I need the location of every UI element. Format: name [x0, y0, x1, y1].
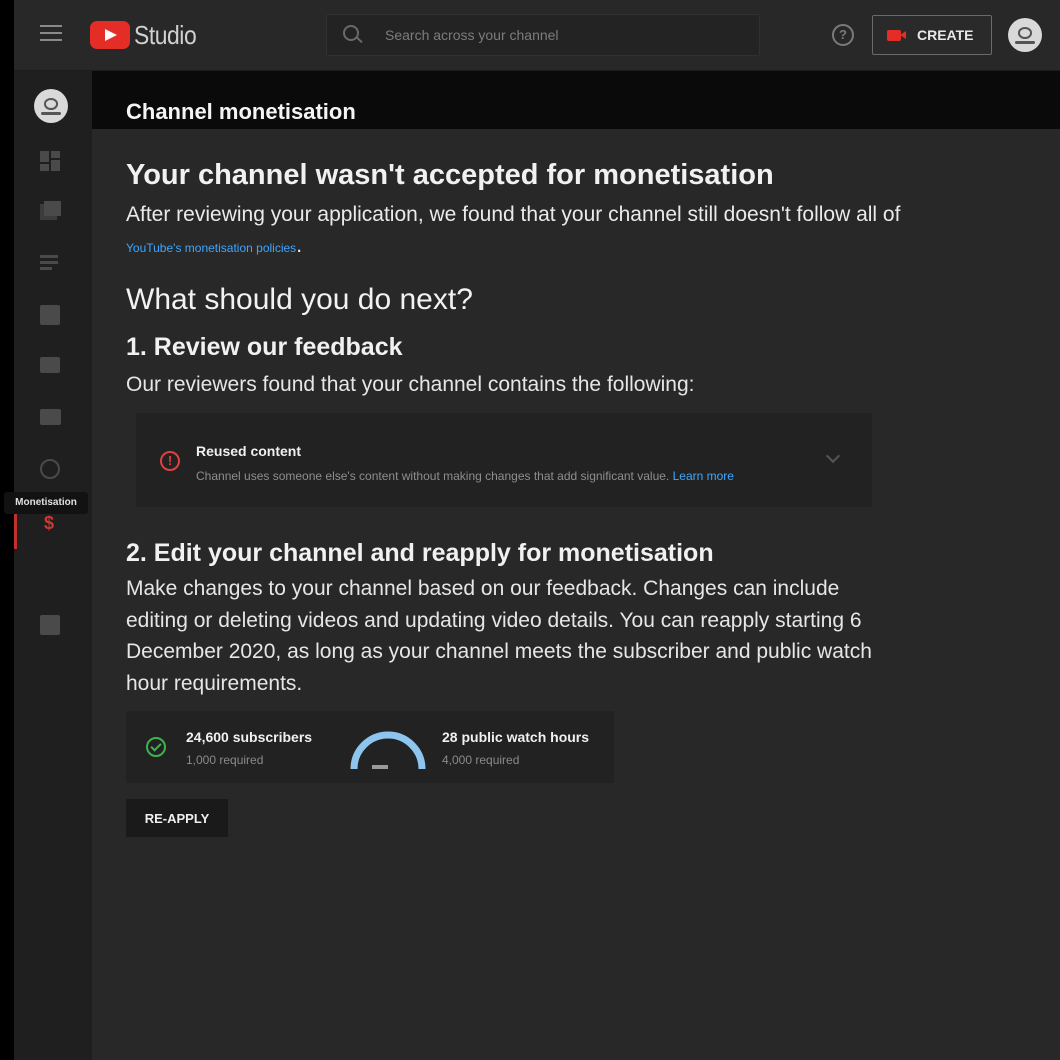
subscriber-count: 24,600 subscribers	[186, 729, 313, 745]
subscriber-requirement: 1,000 required	[186, 753, 264, 767]
dollar-icon: $	[44, 513, 55, 533]
video-camera-icon	[887, 29, 906, 41]
comment-icon[interactable]	[40, 357, 62, 377]
next-steps-heading: What should you do next?	[126, 283, 473, 316]
youtube-studio-logo[interactable]: Studio	[90, 20, 205, 50]
create-button-label: CREATE	[917, 27, 974, 43]
check-circle-icon	[146, 737, 166, 757]
logo-text: Studio	[134, 19, 197, 50]
main-content: Channel monetisation Your channel wasn't…	[92, 71, 1060, 1060]
video-library-icon[interactable]	[40, 201, 62, 221]
feedback-title: Reused content	[196, 443, 302, 459]
rejection-heading: Your channel wasn't accepted for monetis…	[126, 159, 774, 191]
rejection-text: After reviewing your application, we fou…	[126, 203, 901, 226]
requirements-card: 24,600 subscribers 1,000 required 28 pub…	[126, 711, 614, 783]
step2-description: Make changes to your channel based on ou…	[126, 577, 872, 695]
analytics-icon[interactable]	[40, 305, 62, 325]
monetisation-policies-link[interactable]: YouTube's monetisation policies	[126, 241, 296, 255]
subtitles-icon[interactable]	[40, 407, 62, 427]
chevron-down-icon[interactable]	[825, 448, 841, 464]
youtube-play-icon	[90, 21, 130, 49]
help-icon[interactable]: ?	[832, 24, 854, 46]
playlist-icon[interactable]	[40, 253, 62, 273]
dashboard-icon[interactable]	[40, 151, 62, 171]
step2-heading: 2. Edit your channel and reapply for mon…	[126, 539, 714, 567]
gauge-arc	[350, 731, 426, 770]
sidebar: $	[14, 71, 92, 1060]
feedback-description-text: Channel uses someone else's content with…	[196, 469, 670, 483]
step1-description: Our reviewers found that your channel co…	[126, 373, 695, 396]
page-header: Channel monetisation	[92, 71, 1060, 129]
feedback-card[interactable]: ! Reused content Channel uses someone el…	[136, 413, 872, 507]
learn-more-link[interactable]: Learn more	[673, 469, 734, 483]
reapply-button[interactable]: RE-APPLY	[126, 799, 228, 837]
create-button[interactable]: CREATE	[872, 15, 992, 55]
copyright-icon[interactable]	[40, 459, 62, 479]
error-icon: !	[160, 451, 180, 471]
rejection-message: After reviewing your application, we fou…	[126, 199, 906, 264]
hamburger-menu-icon[interactable]	[40, 25, 62, 43]
search-icon	[343, 25, 359, 41]
watch-hours-requirement: 4,000 required	[442, 753, 520, 767]
watch-hours-gauge	[350, 731, 426, 770]
account-avatar[interactable]	[1008, 18, 1042, 52]
step1-heading: 1. Review our feedback	[126, 333, 403, 361]
audio-library-icon[interactable]	[40, 615, 62, 635]
monetisation-tooltip: Monetisation	[4, 492, 88, 514]
search-input[interactable]	[383, 23, 747, 47]
period: .	[296, 234, 303, 257]
feedback-description: Channel uses someone else's content with…	[196, 469, 734, 483]
search-box[interactable]	[326, 14, 760, 56]
top-app-bar: Studio ? CREATE	[14, 0, 1060, 71]
gauge-needle	[372, 765, 388, 769]
channel-avatar[interactable]	[34, 89, 68, 123]
page-title: Channel monetisation	[126, 99, 356, 124]
watch-hours-count: 28 public watch hours	[442, 729, 590, 745]
